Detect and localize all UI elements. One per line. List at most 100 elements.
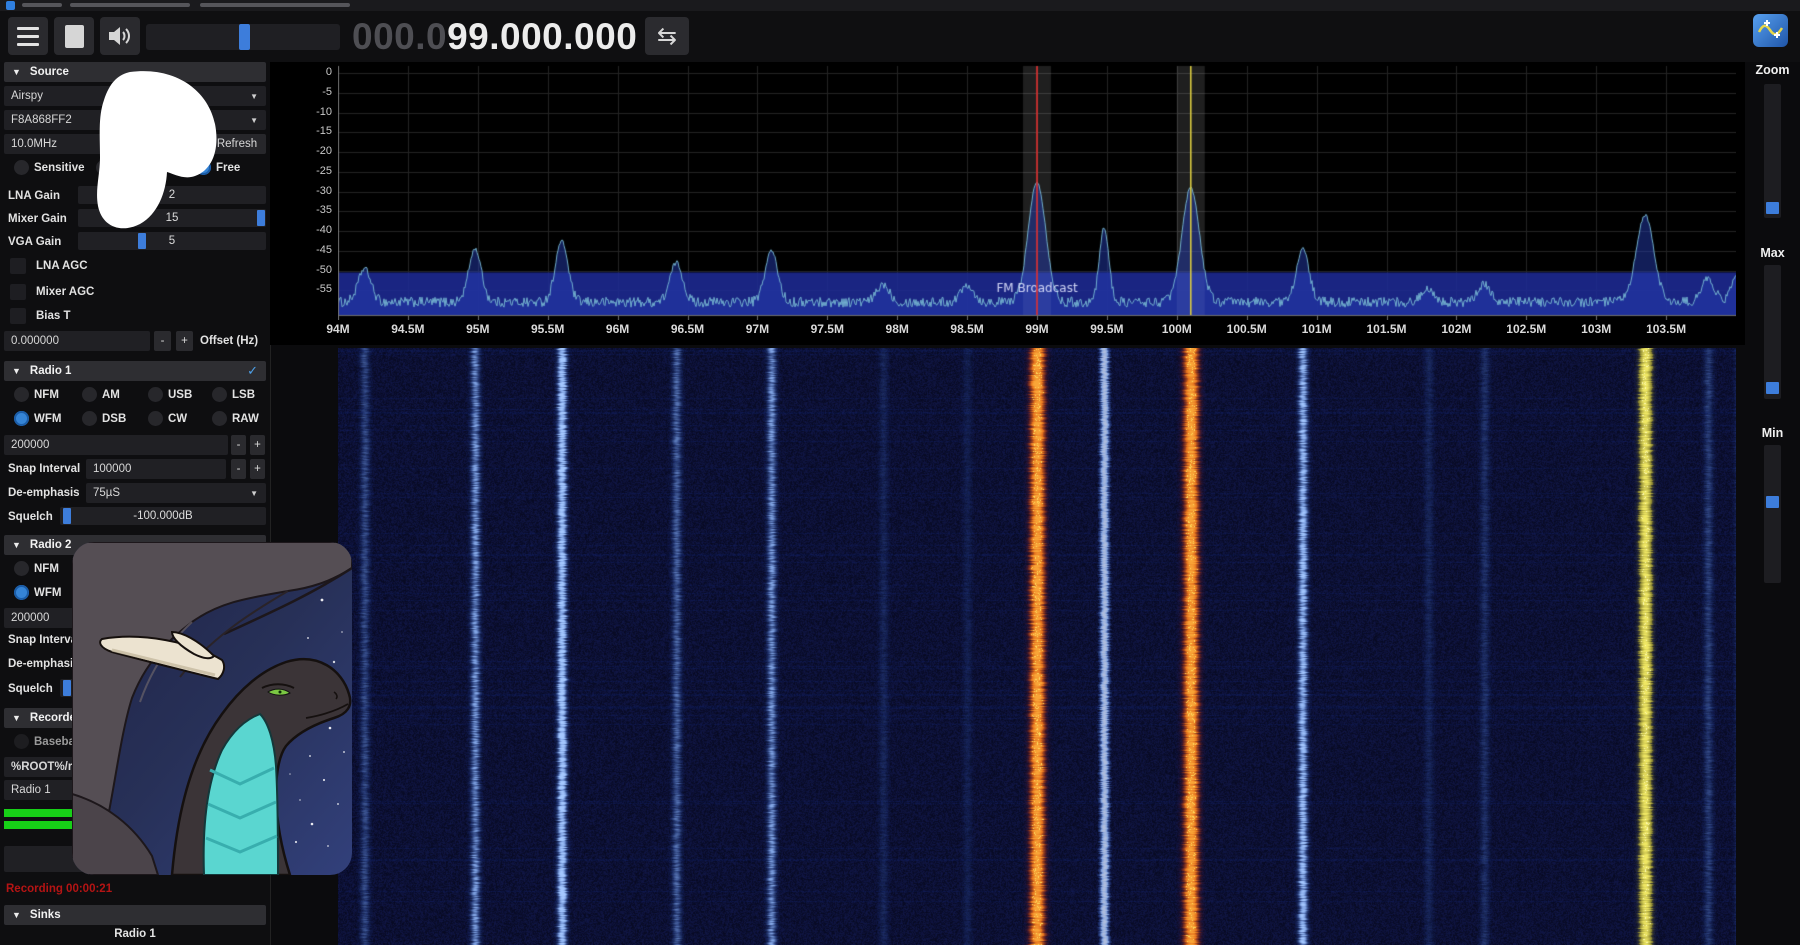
radio-circle-icon (212, 411, 227, 426)
radio-circle-icon (82, 387, 97, 402)
radio1-snap-plus-button[interactable]: + (250, 459, 265, 479)
freq-tick-label: 102.5M (1491, 322, 1561, 336)
mixer-gain-slider[interactable]: 15 (78, 209, 266, 227)
collapse-caret-icon: ▼ (12, 67, 21, 77)
lna-gain-handle[interactable] (100, 187, 108, 203)
speaker-icon (107, 24, 133, 48)
radio1-mode-dsb[interactable] (82, 411, 97, 426)
gain-mode-sensitive[interactable] (14, 160, 29, 175)
recording-status: Recording 00:00:21 (6, 883, 112, 895)
radio2-squelch-label: Squelch (8, 683, 53, 695)
radio-circle-icon (96, 160, 111, 175)
frequency-axis: 94M94.5M95M95.5M96M96.5M97M97.5M98M98.5M… (0, 322, 1800, 340)
volume-slider-handle[interactable] (239, 24, 250, 50)
lna-gain-slider[interactable]: 2 (78, 186, 266, 204)
app-icon (6, 1, 15, 10)
chevron-down-icon: ▼ (250, 92, 258, 101)
source-panel-header[interactable]: ▼ Source (4, 62, 266, 82)
stop-button[interactable] (54, 17, 94, 55)
radio-circle-icon (148, 387, 163, 402)
radio1-squelch-handle[interactable] (63, 508, 71, 524)
radio1-mode-usb[interactable] (148, 387, 163, 402)
db-tick-label: -30 (282, 185, 332, 197)
lna-agc-checkbox[interactable] (10, 258, 26, 274)
radio-circle-icon (14, 387, 29, 402)
menu-button[interactable] (8, 17, 48, 55)
radio2-mode-nfm[interactable] (14, 561, 29, 576)
radio-circle-icon (14, 734, 29, 749)
radio1-mode-am[interactable] (82, 387, 97, 402)
db-axis: 0-5-10-15-20-25-30-35-40-45-50-55 (278, 0, 332, 320)
radio2-squelch-handle[interactable] (63, 680, 71, 696)
radio1-deemphasis-dropdown[interactable]: 75µS ▼ (86, 483, 266, 503)
radio1-squelch-value: -100.000dB (133, 510, 192, 522)
fft-spectrum-canvas[interactable] (338, 62, 1736, 320)
radio-circle-icon (196, 160, 211, 175)
window-titlebar (0, 0, 1800, 11)
radio1-bandwidth-input[interactable]: 200000 (4, 435, 228, 455)
zoom-slider[interactable] (1764, 84, 1781, 218)
db-tick-label: -35 (282, 204, 332, 216)
enabled-check-icon[interactable]: ✓ (247, 363, 258, 379)
radio1-snap-input[interactable]: 100000 (86, 459, 226, 479)
radio1-mode-dsb-label: DSB (102, 413, 126, 425)
refresh-button[interactable]: Refresh (208, 134, 266, 154)
radio1-bw-minus-button[interactable]: - (231, 435, 246, 455)
recorder-mode-baseband[interactable] (14, 734, 29, 749)
radio1-panel-header[interactable]: ▼ Radio 1 ✓ (4, 361, 266, 381)
gain-mode-free[interactable] (196, 160, 211, 175)
gain-mode-linear[interactable] (96, 160, 111, 175)
radio1-squelch-slider[interactable]: -100.000dB (60, 507, 266, 525)
lna-gain-label: LNA Gain (8, 190, 60, 202)
max-slider-label: Max (1745, 246, 1800, 260)
sinks-stream-label: Radio 1 (0, 928, 270, 940)
chevron-down-icon: ▼ (250, 489, 258, 498)
radio1-bandwidth-value: 200000 (11, 439, 49, 451)
freq-tick-label: 101M (1282, 322, 1352, 336)
samplerate-value: 10.0MHz (11, 138, 57, 150)
mixer-agc-checkbox[interactable] (10, 284, 26, 300)
vga-gain-slider[interactable]: 5 (78, 232, 266, 250)
max-slider-handle[interactable] (1766, 382, 1779, 394)
spectrum-zoom-icon (1757, 18, 1784, 43)
radio-circle-icon (148, 411, 163, 426)
radio1-mode-lsb-label: LSB (232, 389, 255, 401)
sinks-panel-header[interactable]: ▼ Sinks (4, 905, 266, 925)
db-tick-label: -5 (282, 86, 332, 98)
radio2-snap-label: Snap Interval (8, 634, 80, 646)
radio1-mode-nfm-label: NFM (34, 389, 59, 401)
min-slider-handle[interactable] (1766, 496, 1779, 508)
mixer-gain-handle[interactable] (257, 210, 265, 226)
radio1-snap-minus-button[interactable]: - (231, 459, 246, 479)
radio1-mode-wfm[interactable] (14, 411, 29, 426)
zoom-slider-handle[interactable] (1766, 202, 1779, 214)
frequency-display[interactable]: 000.099.000.000 (352, 13, 652, 61)
radio1-bw-plus-button[interactable]: + (250, 435, 265, 455)
mixer-gain-value: 15 (166, 212, 179, 224)
vga-gain-handle[interactable] (138, 233, 146, 249)
radio1-mode-nfm[interactable] (14, 387, 29, 402)
source-device-dropdown[interactable]: Airspy ▼ (4, 86, 266, 106)
radio1-mode-lsb[interactable] (212, 387, 227, 402)
min-slider[interactable] (1764, 445, 1781, 583)
freq-tick-label: 95M (443, 322, 513, 336)
freq-tick-label: 97.5M (792, 322, 862, 336)
device-serial-dropdown[interactable]: F8A868FF2 ▼ (4, 110, 266, 130)
bias-t-label: Bias T (36, 310, 71, 322)
samplerate-dropdown[interactable]: 10.0MHz (4, 134, 204, 154)
radio1-mode-cw-label: CW (168, 413, 187, 425)
display-settings-button[interactable] (1753, 14, 1788, 47)
waterfall-canvas[interactable] (338, 348, 1736, 945)
radio1-mode-cw[interactable] (148, 411, 163, 426)
swap-button[interactable]: ⇆ (645, 17, 689, 55)
freq-tick-label: 96M (583, 322, 653, 336)
frequency-digits: 99.000.000 (447, 16, 637, 58)
radio1-mode-raw[interactable] (212, 411, 227, 426)
hamburger-icon (17, 27, 39, 46)
radio2-mode-wfm[interactable] (14, 585, 29, 600)
mute-button[interactable] (100, 17, 140, 55)
max-slider[interactable] (1764, 265, 1781, 399)
radio-circle-icon (14, 411, 29, 426)
radio-circle-icon (14, 160, 29, 175)
mixer-agc-label: Mixer AGC (36, 286, 94, 298)
